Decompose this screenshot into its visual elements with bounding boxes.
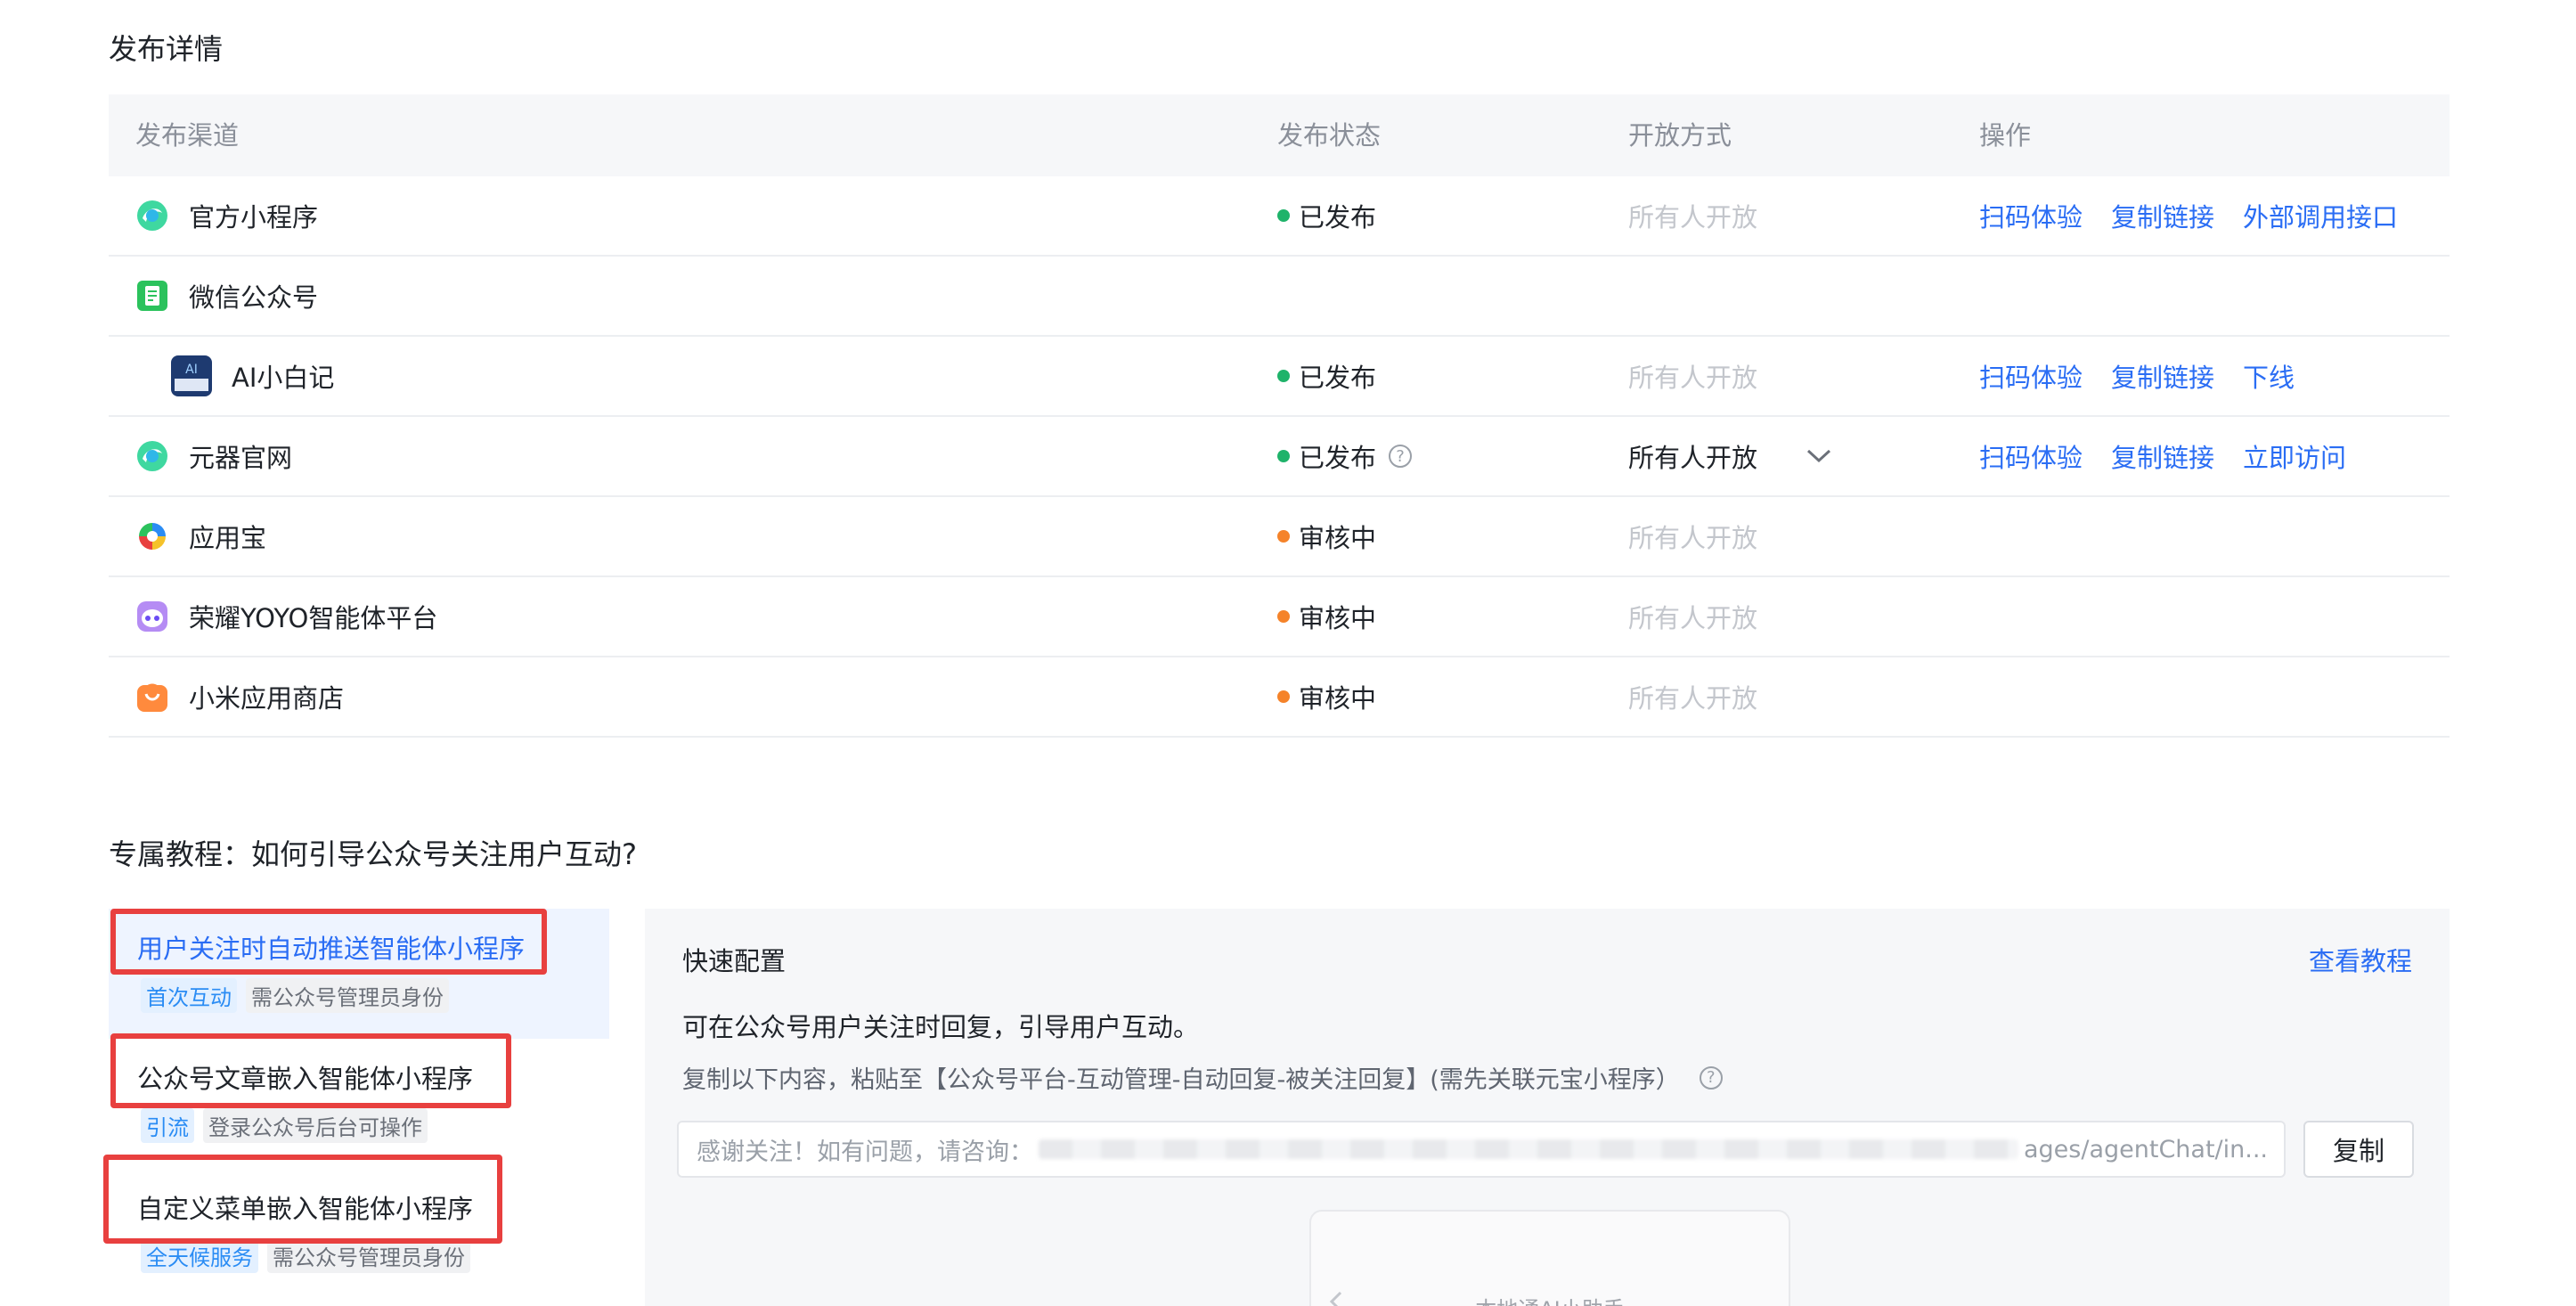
visit-now-link[interactable]: 立即访问 <box>2243 437 2346 475</box>
scan-preview-link[interactable]: 扫码体验 <box>1979 437 2083 475</box>
open-mode-value: 所有人开放 <box>1628 443 1758 473</box>
yoyo-icon <box>137 601 167 632</box>
status-dot <box>1277 209 1290 222</box>
header-open: 开放方式 <box>1628 120 1732 151</box>
tutorial-tag: 引流 <box>141 1108 194 1143</box>
reply-text-suffix: ages/agentChat/in... <box>2024 1135 2269 1163</box>
open-mode: 所有人开放 <box>1628 683 1758 714</box>
status-badge: 审核中 <box>1299 683 1377 714</box>
status-dot <box>1277 450 1290 462</box>
chevron-down-icon[interactable] <box>1804 441 1834 471</box>
phone-preview-title: 本地通AI小助手 <box>1311 1292 1789 1306</box>
redacted-url <box>1039 1139 2018 1159</box>
open-mode-select[interactable]: 所有人开放 <box>1628 417 1834 495</box>
status-dot <box>1277 690 1290 703</box>
channel-name: 元器官网 <box>189 443 293 473</box>
account-avatar-icon: AI <box>171 355 212 396</box>
status-badge: 已发布 <box>1299 443 1377 473</box>
table-row: 元器官网 已发布? 所有人开放 扫码体验 复制链接 立即访问 <box>109 417 2450 497</box>
wechat-official-icon <box>137 281 167 311</box>
quick-config-description: 可在公众号用户关注时回复，引导用户互动。 <box>682 1012 1200 1042</box>
copy-link-link[interactable]: 复制链接 <box>2111 197 2214 234</box>
status-dot <box>1277 610 1290 623</box>
highlight-box <box>110 909 547 975</box>
help-icon[interactable]: ? <box>1699 1065 1723 1090</box>
table-header: 发布渠道 发布状态 开放方式 操作 <box>109 94 2450 176</box>
yingyongbao-icon <box>137 521 167 551</box>
quick-config-title: 快速配置 <box>682 946 787 976</box>
table-row: 微信公众号 <box>109 257 2450 337</box>
open-mode: 所有人开放 <box>1628 523 1758 553</box>
view-tutorial-link[interactable]: 查看教程 <box>2309 941 2412 978</box>
channel-name: 应用宝 <box>189 523 267 553</box>
channel-name: 荣耀YOYO智能体平台 <box>189 603 438 633</box>
status-dot <box>1277 530 1290 543</box>
offline-link[interactable]: 下线 <box>2243 357 2295 395</box>
table-row: 荣耀YOYO智能体平台 审核中 所有人开放 <box>109 577 2450 657</box>
highlight-box <box>110 1033 511 1108</box>
publish-table: 发布渠道 发布状态 开放方式 操作 官方小程序 已发布 所有人开放 扫码体验 复… <box>109 94 2450 738</box>
copy-link-link[interactable]: 复制链接 <box>2111 357 2214 395</box>
svg-text:AI: AI <box>185 363 198 377</box>
open-mode: 所有人开放 <box>1628 363 1758 393</box>
open-mode: 所有人开放 <box>1628 603 1758 633</box>
highlight-box <box>103 1155 502 1244</box>
header-status: 发布状态 <box>1277 120 1382 151</box>
quick-config-instruction: 复制以下内容，粘贴至【公众号平台-互动管理-自动回复-被关注回复】(需先关联元宝… <box>682 1066 1680 1094</box>
header-channel: 发布渠道 <box>135 120 240 151</box>
tutorial-title: 专属教程：如何引导公众号关注用户互动? <box>109 837 637 871</box>
phone-preview: 本地通AI小助手 <box>1309 1210 1790 1306</box>
quick-config-panel: 快速配置 查看教程 可在公众号用户关注时回复，引导用户互动。 复制以下内容，粘贴… <box>645 909 2450 1306</box>
channel-name: AI小白记 <box>232 363 335 393</box>
table-row: 应用宝 审核中 所有人开放 <box>109 497 2450 577</box>
copy-button[interactable]: 复制 <box>2303 1121 2414 1178</box>
yuanbao-icon <box>137 200 167 231</box>
xiaomi-store-icon <box>137 683 167 712</box>
copy-link-link[interactable]: 复制链接 <box>2111 437 2214 475</box>
table-row: AI AI小白记 已发布 所有人开放 扫码体验 复制链接 下线 <box>109 337 2450 417</box>
yuanbao-icon <box>137 441 167 471</box>
reply-text-prefix: 感谢关注！如有问题，请咨询： <box>697 1138 1033 1166</box>
status-badge: 已发布 <box>1299 363 1377 393</box>
header-ops: 操作 <box>1979 120 2032 151</box>
tutorial-tag: 需公众号管理员身份 <box>246 978 449 1013</box>
table-row: 小米应用商店 审核中 所有人开放 <box>109 657 2450 738</box>
reply-text-field[interactable]: 感谢关注！如有问题，请咨询： ages/agentChat/in... <box>677 1121 2286 1178</box>
channel-name: 微信公众号 <box>189 282 319 313</box>
scan-preview-link[interactable]: 扫码体验 <box>1979 357 2083 395</box>
external-api-link[interactable]: 外部调用接口 <box>2243 197 2398 234</box>
channel-name: 小米应用商店 <box>189 683 345 714</box>
copy-row: 感谢关注！如有问题，请咨询： ages/agentChat/in... 复制 <box>677 1115 2423 1183</box>
status-badge: 审核中 <box>1299 523 1377 553</box>
help-icon[interactable]: ? <box>1389 445 1413 468</box>
scan-preview-link[interactable]: 扫码体验 <box>1979 197 2083 234</box>
tutorial-tag: 首次互动 <box>141 978 237 1013</box>
status-badge: 已发布 <box>1299 202 1377 233</box>
status-badge: 审核中 <box>1299 603 1377 633</box>
table-row: 官方小程序 已发布 所有人开放 扫码体验 复制链接 外部调用接口 <box>109 176 2450 257</box>
tutorial-tag: 登录公众号后台可操作 <box>203 1108 428 1143</box>
publish-details-title: 发布详情 <box>109 32 224 66</box>
status-dot <box>1277 370 1290 382</box>
open-mode: 所有人开放 <box>1628 202 1758 233</box>
channel-name: 官方小程序 <box>189 202 319 233</box>
